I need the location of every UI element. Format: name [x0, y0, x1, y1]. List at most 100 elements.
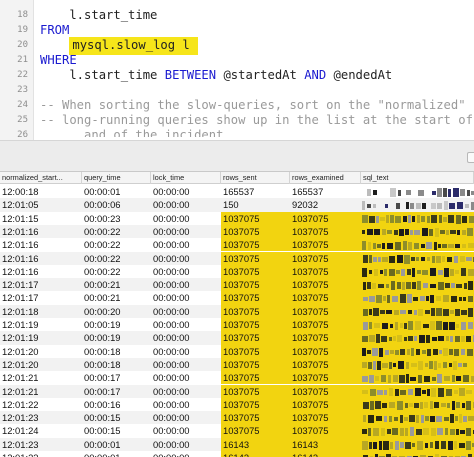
sql-text-cell-redacted[interactable] [361, 278, 474, 292]
col-query-time-header[interactable]: query_time [82, 172, 151, 184]
sql-text-cell-redacted[interactable] [361, 318, 474, 332]
col-rows-examined-cell[interactable]: 1037075 [290, 331, 361, 345]
col-lock-time-cell[interactable]: 00:00:00 [151, 438, 221, 451]
col-query-time-cell[interactable]: 00:00:18 [82, 358, 151, 371]
table-row[interactable]: 12:01:16 00:00:22 00:00:00 1037075 1037075 [0, 251, 474, 265]
table-row[interactable]: 12:01:2300:00:0100:00:001614316143 [0, 451, 474, 457]
col-rows-examined-cell[interactable]: 165537 [290, 185, 361, 198]
col-normalized-start-cell[interactable]: 12:01:16 [0, 225, 82, 238]
col-lock-time-cell[interactable]: 00:00:00 [151, 278, 221, 291]
col-lock-time-cell[interactable]: 00:00:00 [151, 265, 221, 278]
col-lock-time-cell[interactable]: 00:00:00 [151, 424, 221, 437]
col-query-time-cell[interactable]: 00:00:01 [82, 438, 151, 451]
table-row[interactable]: 12:01:22 00:00:16 00:00:00 1037075 1037075 [0, 397, 474, 412]
col-normalized-start-cell[interactable]: 12:01:19 [0, 318, 82, 331]
col-lock-time-cell[interactable]: 00:00:00 [151, 451, 221, 457]
table-row[interactable]: 12:01:20 00:00:18 00:00:00 1037075 1037075 [0, 344, 474, 358]
col-normalized-start-cell[interactable]: 12:00:18 [0, 185, 82, 198]
col-rows-sent-cell[interactable]: 1037075 [221, 291, 290, 305]
col-lock-time-cell[interactable]: 00:00:00 [151, 385, 221, 398]
col-rows-sent-cell[interactable]: 1037075 [221, 211, 290, 225]
col-query-time-cell[interactable]: 00:00:01 [82, 185, 151, 198]
col-normalized-start-cell[interactable]: 12:01:21 [0, 371, 82, 384]
table-row[interactable]: 12:01:18 00:00:20 00:00:00 1037075 1037075 [0, 304, 474, 318]
sql-text-cell-redacted[interactable] [361, 384, 474, 398]
col-lock-time-cell[interactable]: 00:00:00 [151, 252, 221, 265]
col-rows-sent-cell[interactable]: 1037075 [221, 424, 290, 438]
col-normalized-start-cell[interactable]: 12:01:23 [0, 451, 82, 457]
col-query-time-cell[interactable]: 00:00:06 [82, 198, 151, 211]
col-query-time-cell[interactable]: 00:00:17 [82, 385, 151, 398]
col-normalized-start-cell[interactable]: 12:01:17 [0, 291, 82, 304]
col-normalized-start-cell[interactable]: 12:01:23 [0, 411, 82, 424]
col-rows-examined-cell[interactable]: 1037075 [290, 371, 361, 385]
table-row[interactable]: 12:01:16 00:00:22 00:00:00 1037075 1037075 [0, 224, 474, 239]
col-rows-examined-cell[interactable]: 92032 [290, 198, 361, 211]
col-rows-examined-cell[interactable]: 1037075 [290, 304, 361, 318]
col-rows-examined-cell[interactable]: 1037075 [290, 344, 361, 358]
col-normalized-start-cell[interactable]: 12:01:24 [0, 424, 82, 437]
table-row[interactable]: 12:01:21 00:00:17 00:00:00 1037075 1037075 [0, 384, 474, 398]
col-rows-sent-cell[interactable]: 1037075 [221, 371, 290, 385]
col-normalized-start-cell[interactable]: 12:01:15 [0, 212, 82, 225]
sql-text-cell-redacted[interactable] [361, 264, 474, 279]
col-normalized-start-cell[interactable]: 12:01:20 [0, 358, 82, 371]
results-grid[interactable]: normalized_start... query_time lock_time ro… [0, 172, 474, 457]
col-rows-examined-header[interactable]: rows_examined [290, 172, 361, 184]
col-normalized-start-cell[interactable]: 12:01:19 [0, 331, 82, 344]
divider-handle[interactable] [467, 152, 474, 163]
table-row[interactable]: 12:01:21 00:00:17 00:00:00 1037075 1037075 [0, 371, 474, 385]
sql-text-cell-redacted[interactable] [361, 344, 474, 358]
col-rows-sent-cell[interactable]: 1037075 [221, 397, 290, 412]
table-row[interactable]: 12:01:23 00:00:15 00:00:00 1037075 1037075 [0, 411, 474, 425]
col-lock-time-cell[interactable]: 00:00:00 [151, 305, 221, 318]
sql-text-cell-redacted[interactable] [361, 304, 474, 318]
col-query-time-cell[interactable]: 00:00:22 [82, 252, 151, 265]
col-rows-sent-cell[interactable]: 1037075 [221, 238, 290, 252]
col-rows-sent-cell[interactable]: 1037075 [221, 264, 290, 279]
table-row[interactable]: 12:01:17 00:00:21 00:00:00 1037075 1037075 [0, 278, 474, 292]
col-rows-sent-cell[interactable]: 16143 [221, 451, 290, 457]
col-normalized-start-cell[interactable]: 12:01:23 [0, 438, 82, 451]
table-row[interactable]: 12:01:05 00:00:06 00:00:00 150 92032 [0, 198, 474, 212]
sql-text-cell-redacted[interactable] [361, 211, 474, 225]
col-query-time-cell[interactable]: 00:00:21 [82, 291, 151, 304]
col-rows-examined-cell[interactable]: 16143 [290, 437, 361, 451]
col-query-time-cell[interactable]: 00:00:01 [82, 451, 151, 457]
col-rows-sent-cell[interactable]: 1037075 [221, 318, 290, 332]
col-lock-time-cell[interactable]: 00:00:00 [151, 398, 221, 411]
col-rows-examined-cell[interactable]: 16143 [290, 451, 361, 457]
col-lock-time-cell[interactable]: 00:00:00 [151, 198, 221, 211]
col-rows-examined-cell[interactable]: 1037075 [290, 224, 361, 239]
col-rows-examined-cell[interactable]: 1037075 [290, 291, 361, 305]
col-rows-examined-cell[interactable]: 1037075 [290, 384, 361, 398]
table-row[interactable]: 12:01:16 00:00:22 00:00:00 1037075 1037075 [0, 238, 474, 252]
col-normalized-start-header[interactable]: normalized_start... [0, 172, 82, 184]
table-row[interactable]: 12:01:24 00:00:15 00:00:00 1037075 1037075 [0, 424, 474, 438]
pane-divider[interactable] [0, 140, 474, 172]
col-rows-sent-cell[interactable]: 1037075 [221, 224, 290, 239]
col-sql-text-header[interactable]: sql_text [361, 172, 474, 184]
sql-text-cell-redacted[interactable] [361, 437, 474, 451]
col-rows-examined-cell[interactable]: 1037075 [290, 238, 361, 252]
col-lock-time-cell[interactable]: 00:00:00 [151, 318, 221, 331]
sql-text-cell-redacted[interactable] [361, 411, 474, 425]
col-rows-examined-cell[interactable]: 1037075 [290, 397, 361, 412]
col-rows-examined-cell[interactable]: 1037075 [290, 411, 361, 425]
col-rows-sent-cell[interactable]: 1037075 [221, 357, 290, 372]
col-normalized-start-cell[interactable]: 12:01:20 [0, 345, 82, 358]
col-lock-time-cell[interactable]: 00:00:00 [151, 331, 221, 344]
sql-text-cell-redacted[interactable] [361, 238, 474, 252]
col-lock-time-cell[interactable]: 00:00:00 [151, 345, 221, 358]
col-normalized-start-cell[interactable]: 12:01:17 [0, 278, 82, 291]
table-row[interactable]: 12:01:19 00:00:19 00:00:00 1037075 1037075 [0, 331, 474, 345]
table-row[interactable]: 12:01:19 00:00:19 00:00:00 1037075 1037075 [0, 318, 474, 332]
sql-text-cell-redacted[interactable] [361, 224, 474, 239]
col-normalized-start-cell[interactable]: 12:01:16 [0, 252, 82, 265]
col-rows-examined-cell[interactable]: 1037075 [290, 357, 361, 372]
col-normalized-start-cell[interactable]: 12:01:05 [0, 198, 82, 211]
table-row[interactable]: 12:01:16 00:00:22 00:00:00 1037075 1037075 [0, 264, 474, 279]
col-rows-sent-cell[interactable]: 1037075 [221, 384, 290, 398]
col-rows-sent-cell[interactable]: 165537 [221, 185, 290, 198]
table-row[interactable]: 12:01:20 00:00:18 00:00:00 1037075 1037075 [0, 357, 474, 372]
